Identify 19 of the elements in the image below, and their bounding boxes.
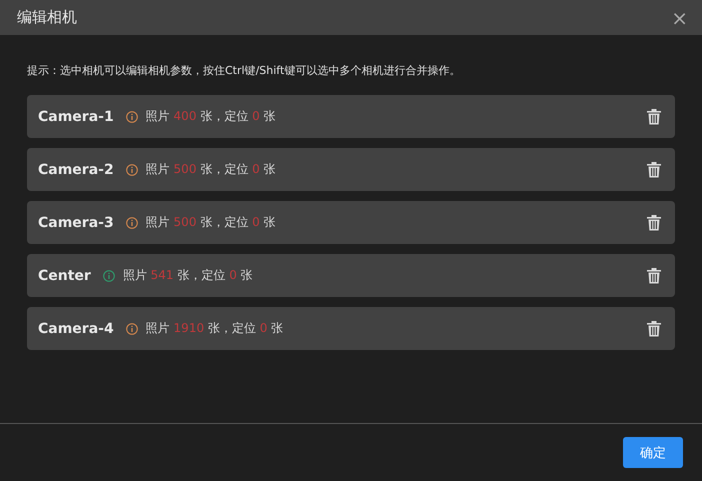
trash-icon[interactable] xyxy=(647,214,661,230)
count-text: 照片 500 张，定位 0 张 xyxy=(146,214,276,231)
dialog-title: 编辑相机 xyxy=(17,8,78,27)
camera-name: Camera-2 xyxy=(38,162,114,178)
camera-name: Camera-3 xyxy=(38,214,114,230)
camera-name: Camera-4 xyxy=(38,320,114,336)
camera-name: Camera-1 xyxy=(38,108,114,124)
hint-text: 提示：选中相机可以编辑相机参数，按住Ctrl键/Shift键可以选中多个相机进行合并操作。 xyxy=(27,63,462,78)
count-text: 照片 500 张，定位 0 张 xyxy=(146,161,276,178)
count-text: 照片 541 张，定位 0 张 xyxy=(122,267,253,284)
confirm-button[interactable]: 确定 xyxy=(623,437,683,468)
camera-name: Center xyxy=(38,268,91,284)
close-button[interactable]: × xyxy=(671,8,688,28)
trash-icon[interactable] xyxy=(647,320,661,336)
count-text: 照片 1910 张，定位 0 张 xyxy=(146,320,284,337)
trash-icon[interactable] xyxy=(647,108,661,124)
count-text: 照片 400 张，定位 0 张 xyxy=(146,108,276,125)
trash-icon[interactable] xyxy=(647,268,661,284)
trash-icon[interactable] xyxy=(647,162,661,178)
